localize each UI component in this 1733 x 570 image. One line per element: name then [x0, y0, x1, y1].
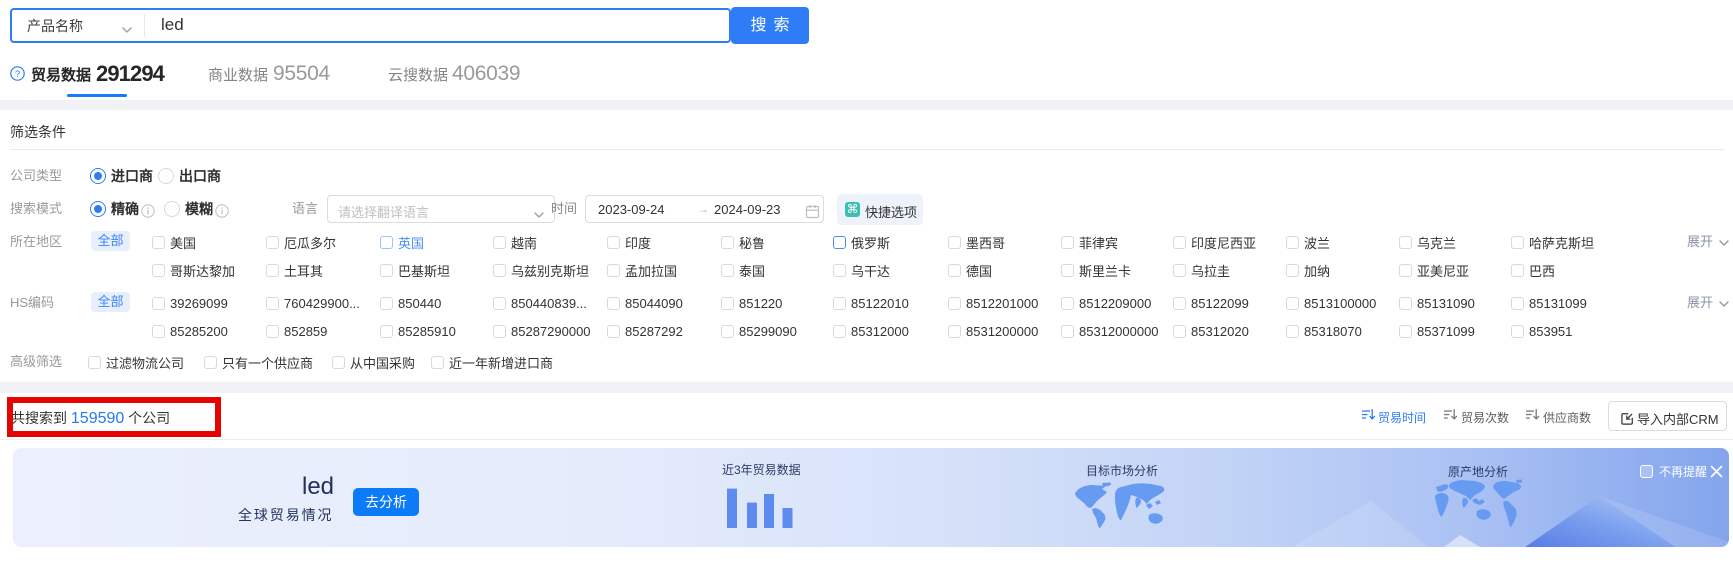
svg-text:?: ? — [15, 69, 20, 80]
